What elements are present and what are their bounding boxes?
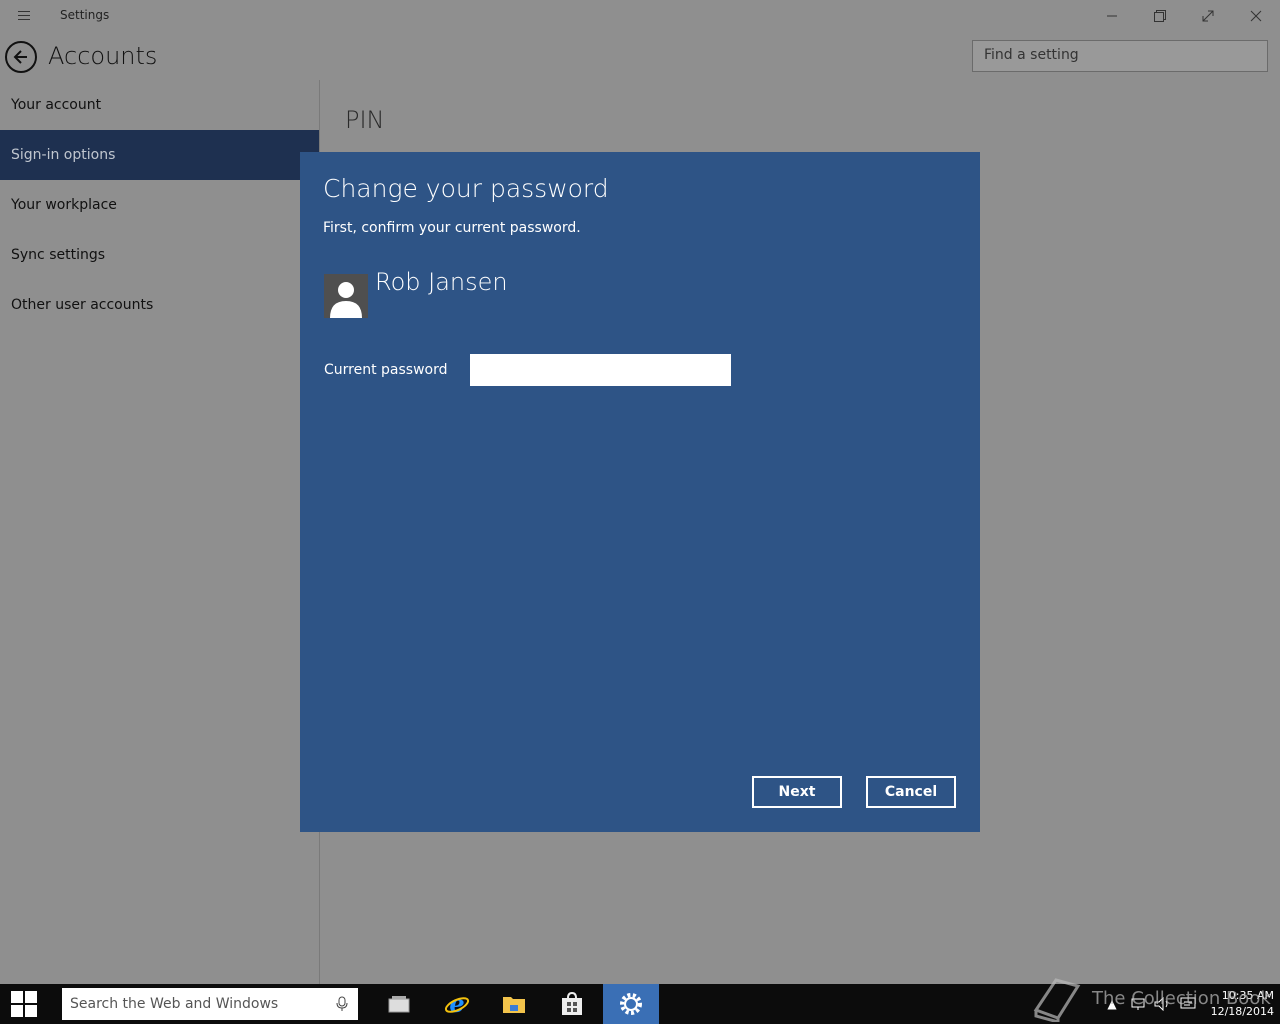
- sidebar-item-your-account[interactable]: Your account: [0, 80, 319, 130]
- sidebar-item-other-user-accounts[interactable]: Other user accounts: [0, 280, 319, 330]
- svg-text:e: e: [449, 991, 464, 1017]
- full-screen-icon[interactable]: [1184, 0, 1232, 32]
- watermark-text: The Collection Book: [1092, 988, 1271, 1009]
- microphone-icon[interactable]: [336, 996, 348, 1012]
- next-button[interactable]: Next: [752, 776, 842, 808]
- gear-icon: [620, 993, 642, 1015]
- user-avatar-icon: [324, 274, 368, 318]
- taskbar-search-input[interactable]: Search the Web and Windows: [62, 988, 358, 1020]
- find-setting-input[interactable]: Find a setting: [972, 40, 1268, 72]
- cancel-button[interactable]: Cancel: [866, 776, 956, 808]
- window-title: Settings: [60, 8, 110, 22]
- user-name: Rob Jansen: [375, 268, 508, 296]
- change-password-dialog: Change your password First, confirm your…: [300, 152, 980, 832]
- back-button[interactable]: [5, 41, 37, 73]
- watermark: The Collection Book: [1030, 972, 1280, 1024]
- taskbar-search-placeholder: Search the Web and Windows: [70, 996, 279, 1012]
- close-icon[interactable]: [1232, 0, 1280, 32]
- folder-icon: [503, 997, 525, 1013]
- title-bar: Settings: [0, 0, 1280, 32]
- task-view-icon: [388, 996, 410, 1013]
- settings-app-button[interactable]: [603, 984, 659, 1024]
- current-password-label: Current password: [324, 362, 448, 378]
- hamburger-menu-icon[interactable]: [14, 6, 36, 26]
- section-title-pin: PIN: [345, 106, 385, 134]
- minimize-icon[interactable]: [1088, 0, 1136, 32]
- sidebar-item-sync-settings[interactable]: Sync settings: [0, 230, 319, 280]
- store-button[interactable]: [548, 984, 596, 1024]
- task-view-button[interactable]: [375, 984, 423, 1024]
- start-button[interactable]: [0, 984, 48, 1024]
- book-watermark-icon: [1033, 978, 1081, 1022]
- sidebar-item-your-workplace[interactable]: Your workplace: [0, 180, 319, 230]
- windows-logo-icon: [11, 991, 37, 1017]
- internet-explorer-button[interactable]: e: [433, 984, 481, 1024]
- current-password-input[interactable]: [470, 354, 731, 386]
- store-bag-icon: [562, 992, 582, 1015]
- sidebar-item-sign-in-options[interactable]: Sign-in options: [0, 130, 319, 180]
- dialog-subtitle: First, confirm your current password.: [323, 220, 581, 236]
- page-title: Accounts: [48, 42, 158, 70]
- sidebar: Your account Sign-in options Your workpl…: [0, 80, 320, 984]
- page-header: Accounts Find a setting: [0, 32, 1280, 80]
- dialog-title: Change your password: [323, 174, 609, 203]
- file-explorer-button[interactable]: [490, 984, 538, 1024]
- internet-explorer-icon: e: [444, 991, 470, 1017]
- restore-icon[interactable]: [1136, 0, 1184, 32]
- back-arrow-icon: [13, 50, 27, 64]
